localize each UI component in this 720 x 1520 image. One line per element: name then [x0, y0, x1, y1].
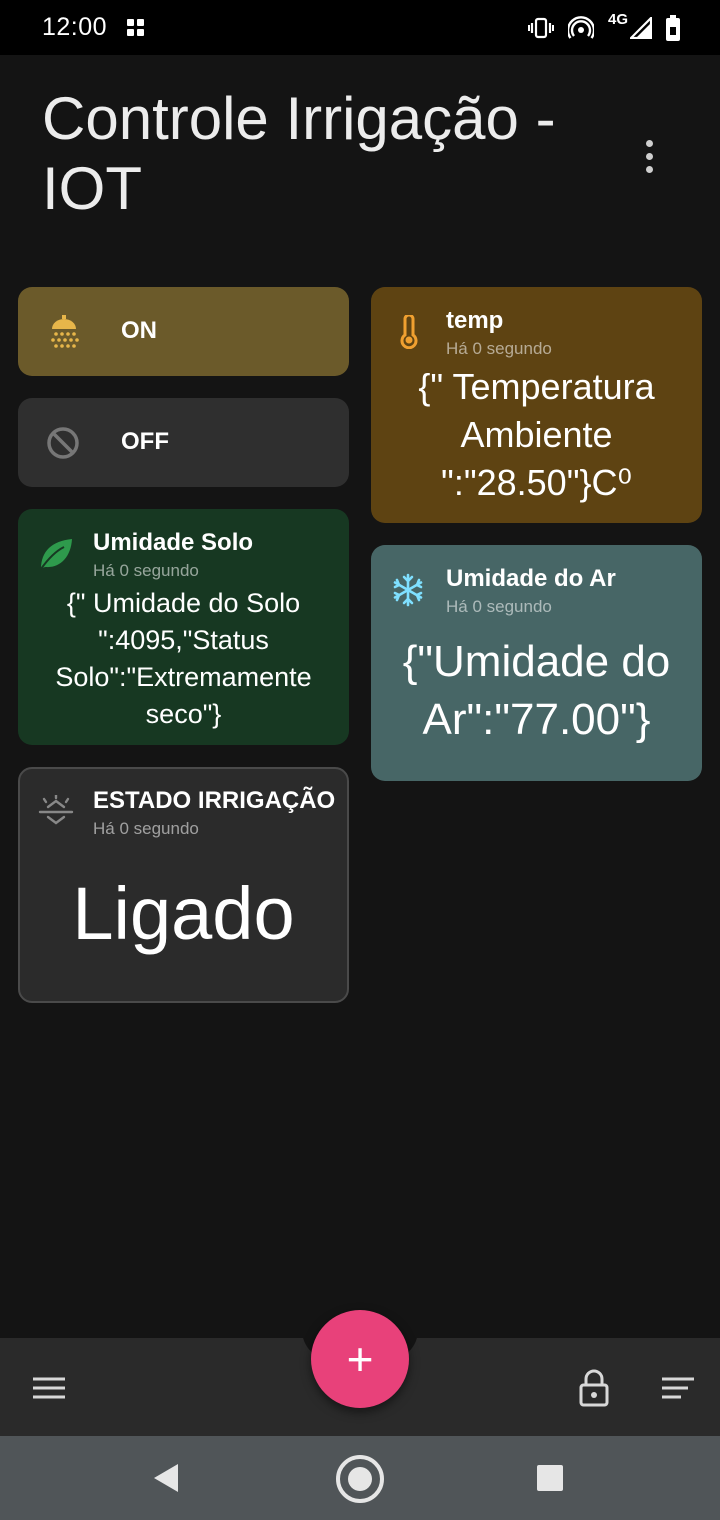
system-nav-bar	[0, 1436, 720, 1520]
thermometer-icon	[400, 315, 418, 349]
irrigation-state-card[interactable]: ESTADO IRRIGAÇÃO Há 0 segundo Ligado	[18, 767, 349, 1003]
snowflake-icon	[393, 573, 423, 607]
back-icon[interactable]	[152, 1462, 180, 1494]
add-button[interactable]: +	[311, 1310, 409, 1408]
on-button-label: ON	[121, 317, 157, 344]
add-button-label: +	[346, 1333, 374, 1385]
air-card-title: Umidade do Ar	[446, 565, 616, 592]
signal-icon	[630, 16, 652, 39]
recents-icon[interactable]	[537, 1465, 563, 1491]
status-bar: 12:00 4G	[0, 0, 720, 55]
hotspot-icon	[567, 15, 594, 39]
temp-card-timestamp: Há 0 segundo	[446, 339, 552, 358]
battery-icon	[666, 14, 680, 41]
shower-icon	[51, 315, 79, 348]
status-icons: 4G	[527, 11, 680, 41]
soil-card-value: {" Umidade do Solo ":4095,"Status Solo":…	[55, 588, 312, 729]
air-card-timestamp: Há 0 segundo	[446, 597, 552, 616]
status-time: 12:00	[42, 13, 108, 41]
temp-card-title: temp	[446, 307, 504, 334]
sprinkler-icon	[38, 795, 74, 825]
block-icon	[47, 427, 79, 459]
soil-card[interactable]: Umidade Solo Há 0 segundo {" Umidade do …	[18, 509, 349, 745]
page-title: Controle Irrigação - IOT	[42, 85, 556, 222]
on-button[interactable]: ON	[18, 287, 349, 376]
leaf-icon	[40, 539, 72, 570]
vibrate-icon	[527, 17, 554, 38]
temp-card[interactable]: temp Há 0 segundo {" Temperatura Ambient…	[371, 287, 702, 523]
temp-card-value: {" Temperatura Ambiente ":"28.50"}C⁰	[418, 366, 655, 503]
soil-card-timestamp: Há 0 segundo	[93, 561, 199, 580]
soil-card-title: Umidade Solo	[93, 529, 254, 556]
menu-icon[interactable]	[32, 1376, 66, 1400]
more-vertical-icon[interactable]	[638, 140, 662, 174]
sort-icon[interactable]	[661, 1376, 695, 1400]
state-card-timestamp: Há 0 segundo	[93, 819, 199, 838]
state-card-title: ESTADO IRRIGAÇÃO	[93, 787, 336, 814]
air-card-value: {"Umidade do Ar":"77.00"}	[402, 637, 671, 744]
state-card-value: Ligado	[72, 872, 295, 955]
home-icon[interactable]	[334, 1453, 386, 1505]
screen: 12:00 4G Controle Irrigação - IOT ON OFF…	[0, 0, 720, 1520]
air-humidity-card[interactable]: Umidade do Ar Há 0 segundo {"Umidade do …	[371, 545, 702, 781]
apps-grid-icon	[127, 18, 145, 37]
lock-icon[interactable]	[579, 1369, 609, 1407]
off-button-label: OFF	[121, 428, 169, 455]
off-button[interactable]: OFF	[18, 398, 349, 487]
network-label: 4G	[607, 11, 628, 28]
